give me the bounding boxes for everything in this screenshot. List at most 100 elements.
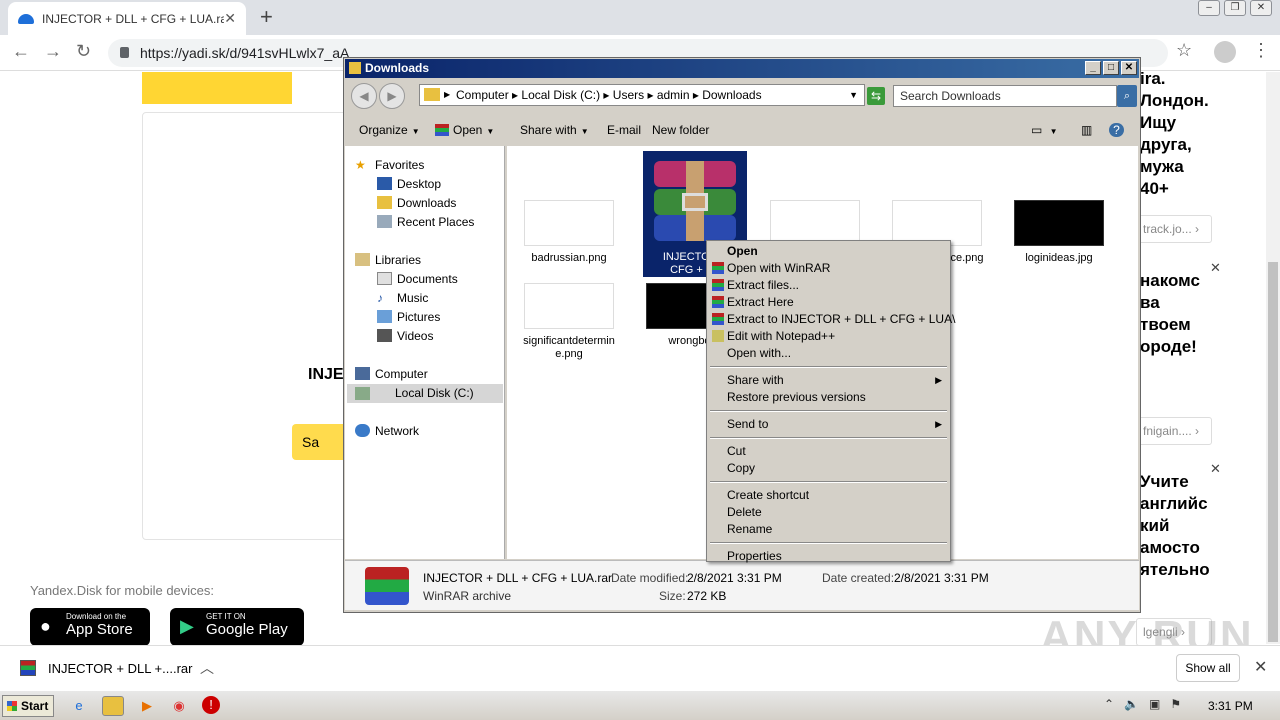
nav-desktop[interactable]: Desktop (377, 177, 441, 191)
flag-icon[interactable]: ⚑ (1170, 697, 1181, 711)
appstore-big-text: App Store (66, 621, 133, 638)
nav-recent-label: Recent Places (397, 215, 475, 229)
forward-icon[interactable]: → (44, 41, 62, 62)
share-with-button[interactable]: Share with ▼ (520, 123, 589, 137)
nav-music-label: Music (397, 291, 429, 305)
maximize-button[interactable]: ❐ (1224, 0, 1246, 16)
explorer-minimize-button[interactable]: _ (1085, 61, 1101, 75)
breadcrumb-admin[interactable]: admin (657, 88, 690, 102)
ad-2-link[interactable]: fnigain.... › (1136, 417, 1212, 445)
media-player-icon[interactable]: ▶ (136, 696, 158, 716)
menu-item-share-with[interactable]: Share with ▶ (709, 372, 948, 389)
menu-item-extract-to[interactable]: Extract to INJECTOR + DLL + CFG + LUA\ (709, 311, 955, 328)
profile-avatar[interactable] (1214, 41, 1236, 63)
alert-icon[interactable]: ! (202, 696, 220, 714)
menu-item-rename[interactable]: Rename (709, 521, 948, 538)
menu-item-open-with-winrar[interactable]: Open with WinRAR (709, 260, 948, 277)
breadcrumb-users[interactable]: Users (613, 88, 644, 102)
minimize-button[interactable]: – (1198, 0, 1220, 16)
back-icon[interactable]: ← (12, 41, 30, 62)
file-item[interactable]: loginideas.jpg (1007, 200, 1111, 265)
explorer-maximize-button[interactable]: □ (1103, 61, 1119, 75)
breadcrumb-localdisk[interactable]: Local Disk (C:) (521, 88, 600, 102)
nav-libraries[interactable]: Libraries (355, 253, 421, 267)
close-button[interactable]: ✕ (1250, 0, 1272, 16)
ad-1-text[interactable]: ira. Лондон. Ищу друга, мужа 40+ (1140, 68, 1209, 200)
ad-2-close-icon[interactable]: ✕ (1210, 260, 1221, 276)
search-icon[interactable]: ⌕ (1117, 85, 1137, 107)
ad-1-link[interactable]: track.jo... › (1136, 215, 1212, 243)
refresh-icon[interactable]: ⇆ (867, 87, 885, 105)
menu-item-send-to[interactable]: Send to ▶ (709, 416, 948, 433)
nav-pictures[interactable]: Pictures (377, 310, 440, 324)
close-icon[interactable]: ✕ (1254, 657, 1267, 677)
nav-documents[interactable]: Documents (377, 272, 458, 286)
breadcrumb-computer[interactable]: Computer (456, 88, 509, 102)
nav-computer[interactable]: Computer (355, 367, 428, 381)
breadcrumb-downloads[interactable]: Downloads (702, 88, 761, 102)
chevron-up-icon[interactable]: ︿ (200, 658, 214, 678)
menu-separator (710, 410, 947, 412)
command-bar: Organize ▼ Open ▼ Share with ▼ E-mail New f… (345, 115, 1139, 145)
explorer-close-button[interactable]: ✕ (1121, 61, 1137, 75)
forward-icon[interactable]: ▶ (379, 83, 405, 109)
nav-videos[interactable]: Videos (377, 329, 433, 343)
folder-icon (349, 62, 361, 74)
menu-item-extract-files[interactable]: Extract files... (709, 277, 948, 294)
network-tray-icon[interactable]: ▣ (1149, 697, 1160, 711)
reload-icon[interactable]: ↻ (76, 41, 91, 62)
menu-item-copy[interactable]: Copy (709, 460, 948, 477)
open-button[interactable]: Open ▼ (435, 123, 494, 137)
internet-explorer-icon[interactable]: e (68, 696, 90, 716)
nav-music[interactable]: ♪ Music (377, 291, 429, 305)
new-folder-button[interactable]: New folder (652, 123, 709, 137)
back-icon[interactable]: ◀ (351, 83, 377, 109)
scrollbar-thumb[interactable] (1268, 262, 1278, 642)
bookmark-star-icon[interactable]: ☆ (1176, 40, 1192, 61)
menu-item-cut[interactable]: Cut (709, 443, 948, 460)
nav-recent-places[interactable]: Recent Places (377, 215, 475, 229)
menu-item-properties[interactable]: Properties (709, 548, 948, 565)
help-icon[interactable]: ? (1109, 123, 1124, 137)
view-icon[interactable]: ▭ ▼ (1031, 123, 1058, 137)
breadcrumb[interactable]: ▶ Computer ▸ Local Disk (C:) ▸ Users ▸ a… (419, 84, 865, 106)
search-input[interactable]: Search Downloads (893, 85, 1117, 107)
nav-network[interactable]: Network (355, 424, 419, 438)
nav-downloads[interactable]: Downloads (377, 196, 456, 210)
start-button[interactable]: Start (2, 695, 54, 717)
file-item[interactable]: significantdetermin e.png (517, 283, 621, 361)
menu-item-restore-versions[interactable]: Restore previous versions (709, 389, 948, 406)
explorer-titlebar[interactable]: Downloads _ □ ✕ (345, 59, 1139, 78)
chevron-down-icon[interactable]: ▼ (849, 85, 858, 105)
file-item[interactable]: badrussian.png (517, 200, 621, 265)
close-tab-icon[interactable]: ✕ (224, 10, 236, 27)
browser-tab[interactable]: INJECTOR + DLL + CFG + LUA.rar – ✕ (8, 2, 246, 35)
preview-pane-icon[interactable]: ▥ (1081, 123, 1092, 137)
nav-favorites[interactable]: ★ Favorites (355, 158, 424, 172)
menu-item-extract-here[interactable]: Extract Here (709, 294, 948, 311)
ad-3-close-icon[interactable]: ✕ (1210, 461, 1221, 477)
download-item[interactable]: INJECTOR + DLL +....rar (20, 660, 193, 676)
menu-item-edit-notepad[interactable]: Edit with Notepad++ (709, 328, 948, 345)
app-store-button[interactable]: ● Download on the App Store (30, 608, 150, 646)
new-tab-button[interactable]: + (260, 4, 273, 30)
menu-icon[interactable]: ⋮ (1252, 40, 1270, 61)
menu-item-create-shortcut[interactable]: Create shortcut (709, 487, 948, 504)
menu-item-open[interactable]: Open (709, 243, 948, 260)
mobile-devices-text: Yandex.Disk for mobile devices: (30, 583, 215, 598)
clock[interactable]: 3:31 PM (1208, 699, 1253, 713)
ad-3-text[interactable]: Учите английс кий амосто ятельно (1140, 471, 1210, 581)
chrome-icon[interactable]: ◉ (168, 696, 190, 716)
nav-local-disk[interactable]: Local Disk (C:) (347, 384, 503, 403)
tray-expand-icon[interactable]: ⌃ (1104, 697, 1114, 711)
google-play-button[interactable]: ▶ GET IT ON Google Play (170, 608, 304, 646)
explorer-taskbar-icon[interactable] (102, 696, 124, 716)
volume-icon[interactable]: 🔈 (1124, 697, 1139, 711)
menu-item-open-with[interactable]: Open with... (709, 345, 948, 362)
page-scrollbar[interactable] (1266, 72, 1280, 644)
show-all-button[interactable]: Show all (1176, 654, 1240, 682)
ad-2-text[interactable]: накомс ва твоем ороде! (1140, 270, 1200, 358)
email-button[interactable]: E-mail (607, 123, 641, 137)
menu-item-delete[interactable]: Delete (709, 504, 948, 521)
organize-button[interactable]: Organize ▼ (359, 123, 420, 137)
